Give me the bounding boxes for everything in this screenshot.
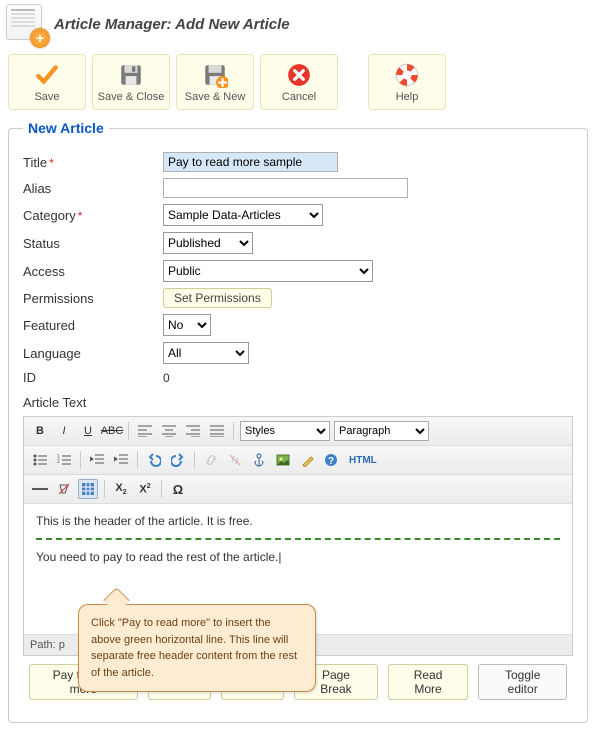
category-select[interactable]: Sample Data-Articles [163, 204, 323, 226]
status-select[interactable]: Published [163, 232, 253, 254]
save-new-button[interactable]: Save & New [176, 54, 254, 110]
permissions-label: Permissions [23, 291, 163, 306]
id-value: 0 [163, 371, 170, 385]
editor-toolbar-row-2: 12 ? HTML [24, 446, 572, 475]
toggle-editor-button[interactable]: Toggle editor [478, 664, 567, 700]
title-input[interactable] [163, 152, 338, 172]
page-header: + Article Manager: Add New Article [0, 0, 596, 48]
floppy-plus-icon [202, 62, 228, 88]
styles-select[interactable]: Styles [240, 421, 330, 441]
new-article-fieldset: New Article Title* Alias Category* Sampl… [8, 120, 588, 723]
outdent-icon[interactable] [87, 450, 107, 470]
floppy-icon [118, 62, 144, 88]
undo-icon[interactable] [144, 450, 164, 470]
anchor-icon[interactable] [249, 450, 269, 470]
number-list-icon[interactable]: 12 [54, 450, 74, 470]
fieldset-legend: New Article [23, 120, 109, 136]
alias-label: Alias [23, 181, 163, 196]
align-justify-icon[interactable] [207, 421, 227, 441]
hr-icon[interactable] [30, 479, 50, 499]
italic-icon[interactable]: I [54, 421, 74, 441]
wysiwyg-editor: B I U ABC Styles Paragraph 12 [23, 416, 573, 656]
language-label: Language [23, 346, 163, 361]
cancel-button[interactable]: Cancel [260, 54, 338, 110]
indent-icon[interactable] [111, 450, 131, 470]
remove-format-icon[interactable] [54, 479, 74, 499]
bold-icon[interactable]: B [30, 421, 50, 441]
align-left-icon[interactable] [135, 421, 155, 441]
read-more-button[interactable]: Read More [388, 664, 469, 700]
category-label: Category* [23, 208, 163, 223]
help-icon[interactable]: ? [321, 450, 341, 470]
help-button[interactable]: Help [368, 54, 446, 110]
page-title: Article Manager: Add New Article [54, 16, 290, 33]
toggle-guidelines-icon[interactable] [78, 479, 98, 499]
article-text-label: Article Text [23, 395, 573, 410]
language-select[interactable]: All [163, 342, 249, 364]
align-right-icon[interactable] [183, 421, 203, 441]
bullet-list-icon[interactable] [30, 450, 50, 470]
format-select[interactable]: Paragraph [334, 421, 429, 441]
save-close-button[interactable]: Save & Close [92, 54, 170, 110]
redo-icon[interactable] [168, 450, 188, 470]
featured-select[interactable]: No [163, 314, 211, 336]
cleanup-icon[interactable] [297, 450, 317, 470]
action-toolbar: Save Save & Close Save & New Cancel Help [0, 48, 596, 120]
save-button[interactable]: Save [8, 54, 86, 110]
underline-icon[interactable]: U [78, 421, 98, 441]
cancel-icon [286, 62, 312, 88]
status-label: Status [23, 236, 163, 251]
svg-text:2: 2 [57, 459, 60, 465]
alias-input[interactable] [163, 178, 408, 198]
content-line-1: This is the header of the article. It is… [36, 514, 560, 528]
strikethrough-icon[interactable]: ABC [102, 421, 122, 441]
editor-toolbar-row-3: X2 X2 Ω [24, 475, 572, 504]
featured-label: Featured [23, 318, 163, 333]
subscript-icon[interactable]: X2 [111, 479, 131, 499]
editor-toolbar-row-1: B I U ABC Styles Paragraph [24, 417, 572, 446]
access-select[interactable]: Public [163, 260, 373, 282]
lifebuoy-icon [394, 62, 420, 88]
editor-content-area[interactable]: This is the header of the article. It is… [24, 504, 572, 634]
special-char-icon[interactable]: Ω [168, 479, 188, 499]
access-label: Access [23, 264, 163, 279]
align-center-icon[interactable] [159, 421, 179, 441]
content-line-2: You need to pay to read the rest of the … [36, 550, 560, 564]
superscript-icon[interactable]: X2 [135, 479, 155, 499]
unlink-icon[interactable] [225, 450, 245, 470]
readmore-divider [36, 538, 560, 540]
check-icon [34, 62, 60, 88]
set-permissions-button[interactable]: Set Permissions [163, 288, 272, 308]
id-label: ID [23, 370, 163, 385]
instruction-tooltip: Click "Pay to read more" to insert the a… [78, 604, 316, 692]
document-add-icon: + [6, 4, 46, 44]
title-label: Title* [23, 155, 163, 170]
image-icon[interactable] [273, 450, 293, 470]
svg-text:?: ? [328, 456, 334, 467]
html-source-button[interactable]: HTML [345, 450, 381, 470]
link-icon[interactable] [201, 450, 221, 470]
